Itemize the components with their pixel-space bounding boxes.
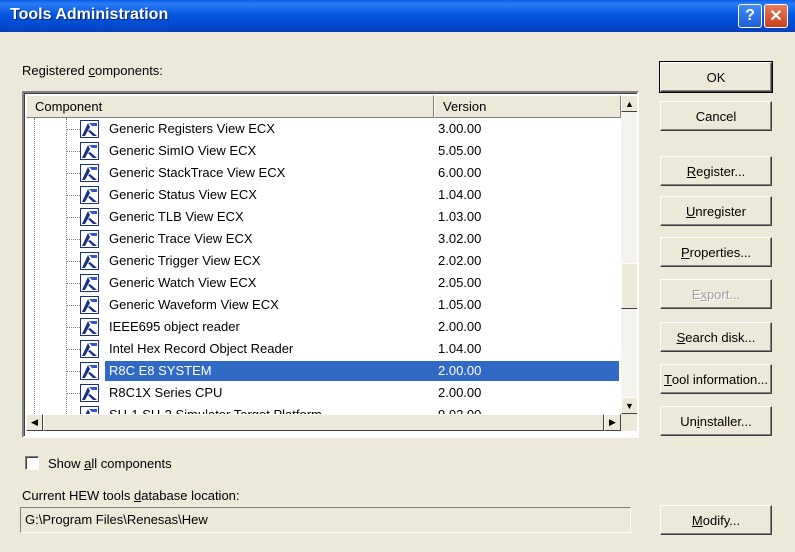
component-version: 3.02.00 — [438, 231, 482, 246]
component-name: R8C E8 SYSTEM — [109, 363, 212, 378]
component-version: 2.00.00 — [438, 385, 482, 400]
component-version: 1.05.00 — [438, 297, 482, 312]
component-icon — [80, 296, 99, 314]
component-icon — [80, 318, 99, 336]
table-row[interactable]: Generic Trigger View ECX 2.02.00 — [26, 250, 621, 272]
component-name: Generic Trigger View ECX — [109, 253, 261, 268]
show-all-checkbox[interactable] — [25, 456, 39, 470]
close-icon: ✕ — [769, 8, 783, 25]
component-name: Intel Hex Record Object Reader — [109, 341, 294, 356]
component-version: 1.03.00 — [438, 209, 482, 224]
table-row[interactable]: Generic TLB View ECX 1.03.00 — [26, 206, 621, 228]
table-row[interactable]: Generic Status View ECX 1.04.00 — [26, 184, 621, 206]
window-title: Tools Administration — [10, 6, 169, 23]
export-button[interactable]: Ex port... — [660, 279, 772, 309]
component-version: 2.05.00 — [438, 275, 482, 290]
scroll-up-button[interactable]: ▲ — [621, 95, 637, 112]
table-row[interactable]: IEEE695 object reader 2.00.00 — [26, 316, 621, 338]
component-name: Generic SimIO View ECX — [109, 143, 257, 158]
scroll-left-button[interactable]: ◀ — [26, 414, 43, 431]
table-row[interactable]: R8C1X Series CPU 2.00.00 — [26, 382, 621, 404]
components-list[interactable]: Component Version Generic Registers View… — [22, 91, 639, 438]
show-all-label[interactable]: Show all components — [48, 456, 172, 471]
component-icon — [80, 186, 99, 204]
horizontal-scrollbar[interactable]: ◀ ▶ — [26, 414, 621, 431]
component-version: 9.02.00 — [438, 406, 481, 414]
scroll-down-button[interactable]: ▼ — [621, 397, 637, 414]
table-row-selected[interactable]: R8C E8 SYSTEM 2.00.00 — [26, 360, 621, 382]
component-name: Generic Watch View ECX — [109, 275, 257, 290]
component-name: Generic StackTrace View ECX — [109, 165, 286, 180]
component-name: Generic Status View ECX — [109, 187, 257, 202]
help-icon: ? — [745, 7, 755, 24]
component-version: 2.00.00 — [438, 319, 482, 334]
vertical-scrollbar[interactable]: ▲ ▼ — [621, 95, 637, 414]
column-header-version[interactable]: Version — [434, 95, 621, 118]
horizontal-scroll-thumb[interactable] — [43, 414, 604, 431]
component-rows: Generic Registers View ECX 3.00.00 Generic… — [26, 118, 621, 414]
cancel-button[interactable]: Cancel — [660, 101, 772, 131]
table-row[interactable]: Intel Hex Record Object Reader 1.04.00 — [26, 338, 621, 360]
component-version: 5.05.00 — [438, 143, 482, 158]
component-name: R8C1X Series CPU — [109, 385, 223, 400]
component-name: Generic Registers View ECX — [109, 121, 275, 136]
tool-information-button[interactable]: Tool information... — [660, 364, 772, 394]
table-row[interactable]: SH-1 SH-2 Simulator Target Platform 9.02.… — [26, 404, 621, 414]
component-icon — [80, 384, 99, 402]
component-name: SH-1 SH-2 Simulator Target Platform — [109, 406, 322, 414]
component-version: 1.04.00 — [438, 341, 482, 356]
component-version: 2.02.00 — [438, 253, 482, 268]
close-button[interactable]: ✕ — [764, 4, 788, 28]
component-icon — [80, 340, 99, 358]
table-row[interactable]: Generic StackTrace View ECX 6.00.00 — [26, 162, 621, 184]
arrow-left-icon: ◀ — [31, 417, 38, 427]
vertical-scroll-thumb[interactable] — [621, 263, 637, 309]
table-row[interactable]: Generic SimIO View ECX 5.05.00 — [26, 140, 621, 162]
component-icon — [80, 252, 99, 270]
db-location-field: G:\Program Files\Renesas\Hew — [20, 507, 631, 533]
arrow-up-icon: ▲ — [625, 98, 634, 109]
component-version: 1.04.00 — [438, 187, 482, 202]
component-icon — [80, 208, 99, 226]
component-icon — [80, 230, 99, 248]
component-name: Generic Waveform View ECX — [109, 297, 279, 312]
component-name: Generic TLB View ECX — [109, 209, 244, 224]
component-icon — [80, 362, 99, 380]
column-header-component[interactable]: Component — [26, 95, 434, 118]
table-row[interactable]: Generic Trace View ECX 3.02.00 — [26, 228, 621, 250]
component-icon — [80, 274, 99, 292]
arrow-right-icon: ▶ — [609, 417, 616, 427]
component-icon — [80, 164, 99, 182]
uninstaller-button[interactable]: Un i nstaller... — [660, 406, 772, 436]
register-button[interactable]: Register... — [660, 156, 772, 186]
component-icon — [80, 142, 99, 160]
component-version: 3.00.00 — [438, 121, 482, 136]
component-version: 2.00.00 — [438, 363, 482, 378]
table-row[interactable]: Generic Watch View ECX 2.05.00 — [26, 272, 621, 294]
db-location-label: Current HEW tools database location: — [22, 488, 240, 503]
arrow-down-icon: ▼ — [625, 400, 634, 411]
ok-button[interactable]: OK — [659, 61, 773, 93]
modify-button[interactable]: Modify... — [660, 505, 772, 535]
title-bar: Tools Administration ? ✕ — [0, 0, 795, 32]
component-icon — [80, 120, 99, 138]
component-version: 6.00.00 — [438, 165, 482, 180]
help-button[interactable]: ? — [738, 4, 762, 28]
properties-button[interactable]: Properties... — [660, 237, 772, 267]
scroll-right-button[interactable]: ▶ — [604, 414, 621, 431]
component-name: Generic Trace View ECX — [109, 231, 253, 246]
search-disk-button[interactable]: Search disk... — [660, 322, 772, 352]
scroll-corner — [621, 414, 637, 431]
list-header: Component Version — [26, 95, 621, 118]
unregister-button[interactable]: Unregister — [660, 196, 772, 226]
component-icon — [80, 406, 99, 414]
registered-components-label: Registered components: — [22, 63, 163, 78]
table-row[interactable]: Generic Registers View ECX 3.00.00 — [26, 118, 621, 140]
component-name: IEEE695 object reader — [109, 319, 240, 334]
table-row[interactable]: Generic Waveform View ECX 1.05.00 — [26, 294, 621, 316]
